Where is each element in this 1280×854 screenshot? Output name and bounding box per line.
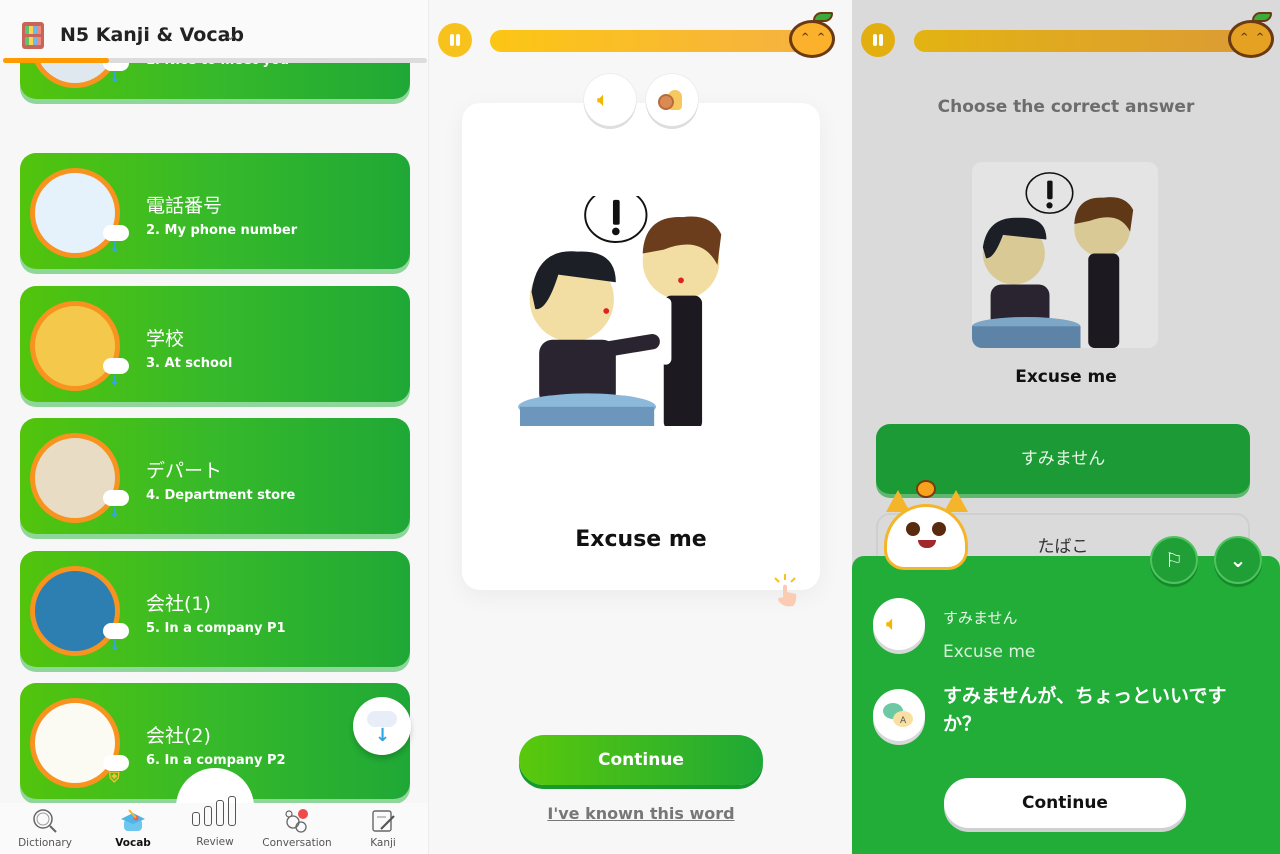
example-sentence: すみませんが、ちょっといいですか？ bbox=[943, 685, 1227, 735]
answer-english: Excuse me bbox=[943, 642, 1036, 662]
quiz-illustration bbox=[972, 162, 1158, 348]
flashcard-screen: ^ ^ 🔈︎ Excuse me Continue I've known thi… bbox=[428, 0, 852, 854]
lesson-progress-fill bbox=[490, 30, 820, 52]
notification-badge bbox=[298, 809, 308, 819]
download-arrow-icon[interactable]: ↓ bbox=[109, 241, 121, 255]
cloud-icon bbox=[103, 358, 129, 374]
report-flag-button[interactable]: ⚐ bbox=[1150, 536, 1198, 584]
course-header[interactable]: N5 Kanji & Vocab ⌄ bbox=[0, 0, 428, 60]
lesson-progress-track bbox=[490, 30, 830, 52]
lesson-thumbnail bbox=[30, 566, 120, 656]
lesson-thumbnail bbox=[30, 698, 120, 788]
excuse-me-illustration bbox=[518, 196, 722, 426]
cloud-icon bbox=[103, 755, 129, 771]
lesson-title-en: 6. In a company P2 bbox=[146, 753, 286, 768]
flashcard-word: Excuse me bbox=[575, 527, 707, 552]
tab-label: Vocab bbox=[115, 837, 151, 849]
known-word-link[interactable]: I've known this word bbox=[429, 804, 852, 823]
translate-button[interactable]: A bbox=[873, 689, 925, 741]
play-answer-audio-button[interactable]: 🔈︎ bbox=[873, 598, 925, 650]
quiz-instruction: Choose the correct answer bbox=[937, 97, 1195, 117]
tab-vocab[interactable]: Vocab bbox=[90, 803, 176, 854]
cloud-icon bbox=[103, 490, 129, 506]
shield-check-icon: ⛨ bbox=[109, 770, 120, 786]
collapse-button[interactable]: ⌄ bbox=[1214, 536, 1262, 584]
lesson-title-jp: 学校 bbox=[146, 328, 185, 350]
tab-dictionary[interactable]: Dictionary bbox=[2, 803, 88, 854]
download-arrow-icon[interactable]: ↓ bbox=[109, 639, 121, 653]
lesson-title-en: 3. At school bbox=[146, 356, 233, 371]
orange-mascot-icon: ^ ^ bbox=[1226, 12, 1276, 60]
quiz-progress-track bbox=[914, 30, 1254, 52]
cloud-icon bbox=[103, 225, 129, 241]
lesson-thumbnail bbox=[30, 433, 120, 523]
play-audio-button[interactable]: 🔈︎ bbox=[584, 74, 636, 126]
tab-label: Dictionary bbox=[18, 837, 72, 849]
download-all-button[interactable]: ↓ bbox=[353, 697, 411, 755]
course-progress-fill bbox=[3, 58, 109, 63]
lesson-title-en: 5. In a company P1 bbox=[146, 621, 286, 636]
tab-label: Review bbox=[196, 836, 234, 848]
translate-icon: A bbox=[883, 703, 913, 727]
download-arrow-icon[interactable]: ↓ bbox=[109, 506, 121, 520]
tab-conversation[interactable]: Conversation bbox=[254, 803, 340, 854]
cloud-icon bbox=[103, 623, 129, 639]
chat-bubbles-icon bbox=[283, 807, 311, 835]
graduation-cap-icon bbox=[119, 807, 147, 835]
tab-label: Conversation bbox=[262, 837, 332, 849]
chevron-down-icon: ⌄ bbox=[1229, 548, 1247, 572]
orange-mascot-icon: ^ ^ bbox=[787, 12, 837, 60]
bar-chart-icon bbox=[192, 792, 238, 826]
chevron-down-icon[interactable]: ⌄ bbox=[224, 26, 237, 44]
speaker-icon: 🔈︎ bbox=[597, 87, 609, 111]
lesson-thumbnail bbox=[30, 301, 120, 391]
bookshelf-icon bbox=[22, 22, 44, 49]
pause-button[interactable] bbox=[438, 23, 472, 57]
cat-mascot-icon bbox=[880, 478, 974, 570]
continue-button[interactable]: Continue bbox=[944, 778, 1186, 828]
snail-slow-icon bbox=[658, 88, 684, 110]
continue-button[interactable]: Continue bbox=[519, 735, 763, 785]
lesson-title-jp: 会社(1) bbox=[146, 593, 211, 615]
tab-label: Kanji bbox=[370, 837, 396, 849]
tab-kanji[interactable]: Kanji bbox=[340, 803, 426, 854]
lesson-card[interactable]: ↓ デパート 4. Department store bbox=[20, 418, 410, 534]
result-sheet: ⚐ ⌄ 🔈︎ すみません Excuse me A すみませんが、ちょっといいです… bbox=[852, 536, 1280, 854]
lesson-thumbnail bbox=[30, 168, 120, 258]
lesson-title-en: 4. Department store bbox=[146, 488, 296, 503]
course-title[interactable]: N5 Kanji & Vocab bbox=[60, 24, 244, 46]
tap-hint-icon bbox=[774, 574, 797, 607]
lesson-title-jp: 会社(2) bbox=[146, 725, 211, 747]
download-arrow-icon[interactable]: ↓ bbox=[109, 374, 121, 388]
flag-icon: ⚐ bbox=[1165, 548, 1183, 572]
quiz-progress-fill bbox=[914, 30, 1244, 52]
course-progress-bar bbox=[3, 58, 427, 63]
answer-japanese: すみません bbox=[943, 609, 1018, 627]
vocab-screen: N5 Kanji & Vocab ⌄ ↓はじめまして1. Nice to mee… bbox=[0, 0, 428, 854]
speaker-icon: 🔈︎ bbox=[886, 611, 898, 635]
quiz-word: Excuse me bbox=[1015, 367, 1117, 387]
tab-review[interactable]: Review bbox=[176, 780, 254, 850]
pencil-note-icon bbox=[369, 807, 397, 835]
svg-text:A: A bbox=[900, 716, 907, 726]
quiz-screen: ^ ^ Choose the correct answer Excuse me … bbox=[852, 0, 1280, 854]
magnifier-icon bbox=[31, 807, 59, 835]
arrow-down-icon: ↓ bbox=[375, 725, 391, 746]
lesson-title-jp: デパート bbox=[146, 460, 223, 482]
lesson-title-jp: 電話番号 bbox=[146, 195, 223, 217]
lesson-title-en: 2. My phone number bbox=[146, 223, 298, 238]
lesson-card[interactable]: ↓ 会社(1) 5. In a company P1 bbox=[20, 551, 410, 667]
play-slow-audio-button[interactable] bbox=[646, 74, 698, 126]
download-arrow-icon[interactable]: ↓ bbox=[109, 71, 121, 85]
pause-button[interactable] bbox=[861, 23, 895, 57]
lesson-card[interactable]: ↓ 学校 3. At school bbox=[20, 286, 410, 402]
lesson-card[interactable]: ↓ 電話番号 2. My phone number bbox=[20, 153, 410, 269]
